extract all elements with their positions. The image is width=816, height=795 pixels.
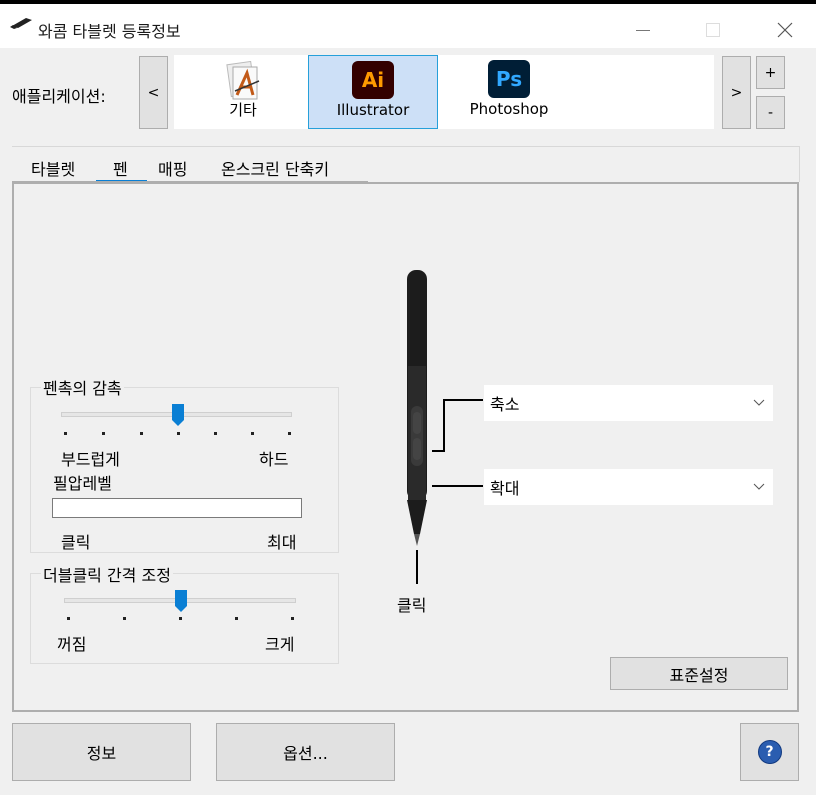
lower-button-value: 확대 xyxy=(490,479,520,498)
tab-onscreen-controls[interactable]: 온스크린 단축키 xyxy=(221,156,329,182)
double-click-slider-thumb[interactable] xyxy=(175,590,187,612)
chevron-down-icon xyxy=(753,399,765,406)
minimize-button[interactable] xyxy=(620,8,666,52)
maximize-icon xyxy=(706,23,720,37)
other-apps-icon xyxy=(226,61,260,100)
tip-feel-firm-label: 하드 xyxy=(259,450,289,469)
tablet-pen-icon xyxy=(10,18,32,29)
app-tile-other[interactable]: 기타 xyxy=(178,55,308,129)
pen-illustration xyxy=(407,270,427,546)
title-bar: 와콤 타블렛 등록정보 xyxy=(0,0,816,48)
help-button[interactable]: ? xyxy=(740,723,799,781)
default-button[interactable]: 표준설정 xyxy=(610,657,788,690)
tip-feel-soft-label: 부드럽게 xyxy=(61,450,120,469)
double-click-title: 더블클릭 간격 조정 xyxy=(41,562,173,586)
app-label-illustrator: Illustrator xyxy=(336,101,410,119)
pressure-level-label: 필압레벨 xyxy=(53,474,112,493)
tip-feel-title: 펜촉의 감촉 xyxy=(41,375,124,399)
pen-tip-label: 클릭 xyxy=(397,596,427,615)
lower-button-dropdown[interactable]: 확대 xyxy=(484,469,773,505)
upper-button-dropdown[interactable]: 축소 xyxy=(484,385,773,421)
app-tile-illustrator[interactable]: Ai Illustrator xyxy=(308,55,438,129)
app-next-button[interactable]: > xyxy=(722,56,751,129)
chevron-down-icon xyxy=(753,483,765,490)
photoshop-icon: Ps xyxy=(488,60,530,98)
minimize-icon xyxy=(636,29,650,31)
application-list: 기타 Ai Illustrator Ps Photoshop xyxy=(174,55,714,129)
app-label-other: 기타 xyxy=(229,101,257,119)
tab-strip-top-line xyxy=(12,146,799,147)
tip-feel-slider-thumb[interactable] xyxy=(172,404,184,426)
pressure-max-label: 최대 xyxy=(267,533,297,552)
application-label: 애플리케이션: xyxy=(12,87,106,106)
help-icon: ? xyxy=(757,740,782,764)
add-app-button[interactable]: + xyxy=(756,56,785,89)
app-label-photoshop: Photoshop xyxy=(469,100,549,118)
illustrator-icon: Ai xyxy=(352,61,394,99)
maximize-button xyxy=(690,8,736,52)
close-icon xyxy=(777,22,793,38)
pressure-level-meter xyxy=(52,498,302,518)
window-title: 와콤 타블렛 등록정보 xyxy=(38,22,181,41)
double-click-large-label: 크게 xyxy=(265,635,295,654)
app-tile-photoshop[interactable]: Ps Photoshop xyxy=(444,55,574,129)
close-button[interactable] xyxy=(762,8,808,52)
tab-mapping[interactable]: 매핑 xyxy=(158,156,187,182)
upper-button-value: 축소 xyxy=(490,395,520,414)
options-button[interactable]: 옵션... xyxy=(216,723,395,781)
tab-pen[interactable]: 펜 xyxy=(113,156,128,182)
about-button[interactable]: 정보 xyxy=(12,723,191,781)
tab-tablet[interactable]: 타블렛 xyxy=(31,156,75,182)
app-prev-button[interactable]: < xyxy=(139,56,168,129)
remove-app-button[interactable]: - xyxy=(756,96,785,129)
pressure-click-label: 클릭 xyxy=(61,533,91,552)
double-click-off-label: 꺼짐 xyxy=(57,635,87,654)
